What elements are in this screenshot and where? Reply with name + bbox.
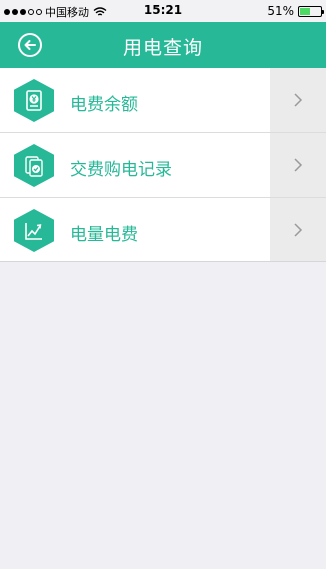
- balance-yuan-icon: [14, 79, 54, 122]
- menu-item-payment-records[interactable]: 交费购电记录: [0, 133, 326, 198]
- menu-list: 电费余额 交费购电记录 电量电费: [0, 68, 326, 262]
- status-bar: 中国移动 15:21 51%: [0, 0, 326, 22]
- status-right: 51%: [267, 4, 324, 18]
- chevron-zone: [270, 133, 326, 197]
- chevron-right-icon: [294, 93, 303, 107]
- usage-chart-icon: [14, 209, 54, 252]
- menu-item-label: 电费余额: [70, 95, 138, 115]
- menu-item-electricity-balance[interactable]: 电费余额: [0, 68, 326, 133]
- menu-item-label: 电量电费: [70, 225, 138, 245]
- chevron-right-icon: [294, 158, 303, 172]
- chevron-zone: [270, 198, 326, 261]
- battery-percent: 51%: [267, 4, 294, 18]
- menu-item-label: 交费购电记录: [70, 160, 172, 180]
- payment-record-icon: [14, 144, 54, 187]
- menu-item-usage-and-fee[interactable]: 电量电费: [0, 198, 326, 262]
- chevron-zone: [270, 68, 326, 132]
- battery-fill: [300, 7, 311, 15]
- nav-bar: 用电查询: [0, 22, 326, 68]
- page-title: 用电查询: [122, 37, 203, 59]
- chevron-right-icon: [294, 222, 303, 237]
- battery-icon: [298, 5, 324, 17]
